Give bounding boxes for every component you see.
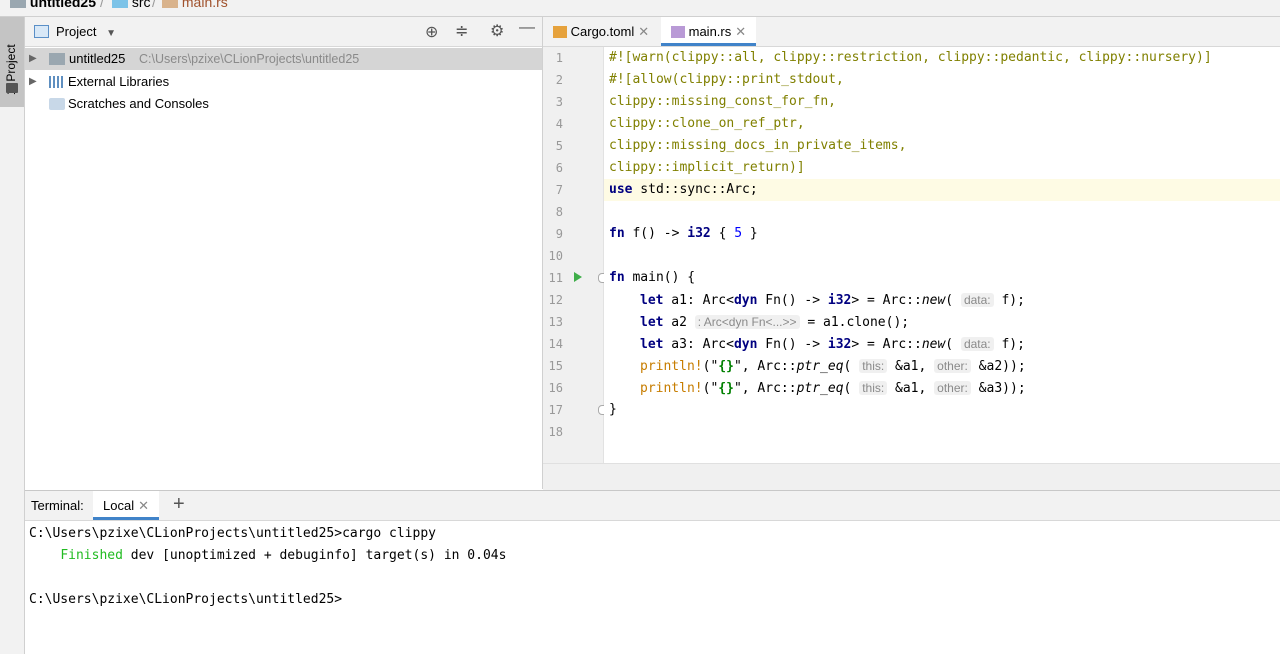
parameter-hint: this: [859,381,888,395]
rust-file-icon [671,26,685,38]
terminal-prompt[interactable]: C:\Users\pzixe\CLionProjects\untitled25> [29,589,342,611]
parameter-hint: other: [934,359,971,373]
line-number: 7 [555,183,563,197]
line-number: 15 [548,359,563,373]
line-number: 1 [555,51,563,65]
line-number: 18 [548,425,563,439]
run-icon[interactable] [574,272,582,282]
folder-icon [49,53,65,65]
tree-item-external-libraries[interactable]: ▶ External Libraries [25,71,542,93]
folder-icon [112,0,128,9]
breadcrumb-project[interactable]: untitled25 [10,0,96,10]
tab-cargo-toml[interactable]: Cargo.toml ✕ [553,17,649,45]
toml-file-icon [553,26,567,38]
code-line: println!("{}", Arc::ptr_eq( this: &a1, o… [640,359,1026,374]
line-number: 16 [548,381,563,395]
line-number: 10 [548,249,563,263]
terminal-line: C:\Users\pzixe\CLionProjects\untitled25>… [29,526,436,541]
project-pane-header: Project ▼ ⊕ ≑ ⚙ — [25,17,542,47]
project-path: C:\Users\pzixe\CLionProjects\untitled25 [139,52,360,66]
editor: Cargo.toml ✕ main.rs ✕ 1 2 3 4 5 6 7 8 9 1… [543,17,1280,490]
line-number: 8 [555,205,563,219]
type-hint: : Arc<dyn Fn<...>> [694,315,800,329]
code-line: clippy::missing_const_for_fn, [609,94,836,109]
code-line: clippy::clone_on_ref_ptr, [609,116,805,131]
gear-icon[interactable]: ⚙ [490,21,504,41]
close-icon[interactable]: ✕ [735,24,746,39]
project-view-selector[interactable]: Project ▼ [56,24,116,39]
code-line: clippy::missing_docs_in_private_items, [609,138,907,153]
line-number: 4 [555,117,563,131]
tool-window-stripe [0,17,25,654]
code-line: #![warn(clippy::all, clippy::restriction… [609,50,1212,65]
terminal-title: Terminal: [31,498,84,513]
folder-icon [6,83,18,93]
parameter-hint: data: [960,337,994,351]
editor-gutter[interactable]: 1 2 3 4 5 6 7 8 9 10 11 12 13 14 15 16 1… [543,47,608,463]
line-number: 9 [555,227,563,241]
chevron-right-icon[interactable]: ▶ [29,71,37,93]
close-icon[interactable]: ✕ [138,498,149,513]
line-number: 13 [548,315,563,329]
line-number: 14 [548,337,563,351]
editor-bottom-bar [543,463,1280,490]
editor-tabs: Cargo.toml ✕ main.rs ✕ [543,17,1280,47]
terminal-panel: Terminal: Local ✕ + C:\Users\pzixe\CLionP… [25,490,1280,655]
code-line: let a2 : Arc<dyn Fn<...>> = a1.clone(); [640,315,910,330]
breadcrumb-file[interactable]: main.rs [162,0,228,10]
code-line: clippy::implicit_return)] [609,160,805,175]
line-number: 3 [555,95,563,109]
breadcrumb: untitled25 / src / main.rs [0,0,1280,17]
collapse-all-icon[interactable]: ≑ [455,21,468,41]
line-number: 11 [548,271,563,285]
breadcrumb-separator: / [152,0,156,10]
line-number: 2 [555,73,563,87]
code-line: let a3: Arc<dyn Fn() -> i32> = Arc::new(… [640,337,1025,352]
line-number: 6 [555,161,563,175]
code-line: let a1: Arc<dyn Fn() -> i32> = Arc::new(… [640,293,1025,308]
hide-icon[interactable]: — [519,19,535,37]
terminal-line: Finished dev [unoptimized + debuginfo] t… [60,548,507,563]
terminal-header: Terminal: Local ✕ + [25,491,1280,521]
add-icon[interactable]: + [173,493,185,516]
folder-icon [10,0,26,9]
tree-item-scratches[interactable]: Scratches and Consoles [25,93,542,115]
tab-terminal-local[interactable]: Local ✕ [93,491,159,520]
chevron-right-icon[interactable]: ▶ [29,48,37,70]
project-view-icon [34,25,49,38]
project-tool-tab[interactable]: 1: Project [0,17,24,107]
parameter-hint: this: [859,359,888,373]
line-number: 17 [548,403,563,417]
line-number: 5 [555,139,563,153]
code-line-current: use std::sync::Arc; [604,179,1280,201]
close-icon[interactable]: ✕ [638,24,649,39]
code-line: fn f() -> i32 { 5 } [609,226,758,241]
code-line: #![allow(clippy::print_stdout, [609,72,844,87]
parameter-hint: data: [960,293,994,307]
libraries-icon [49,76,65,88]
code-line: } [609,402,617,417]
rust-file-icon [162,0,178,9]
scratches-icon [49,98,65,110]
breadcrumb-folder[interactable]: src [112,0,151,10]
chevron-down-icon: ▼ [106,28,116,39]
code-line: println!("{}", Arc::ptr_eq( this: &a1, o… [640,381,1026,396]
locate-icon[interactable]: ⊕ [425,22,438,42]
breadcrumb-separator: / [100,0,104,10]
project-pane: Project ▼ ⊕ ≑ ⚙ — ▶ untitled25 C:\Users\… [25,17,543,489]
code-line: fn main() { [609,270,696,285]
tab-main-rs[interactable]: main.rs ✕ [661,17,757,46]
tree-item-project-root[interactable]: ▶ untitled25 C:\Users\pzixe\CLionProject… [25,48,542,70]
line-number: 12 [548,293,563,307]
parameter-hint: other: [934,381,971,395]
code-area[interactable]: #![warn(clippy::all, clippy::restriction… [604,47,1280,463]
